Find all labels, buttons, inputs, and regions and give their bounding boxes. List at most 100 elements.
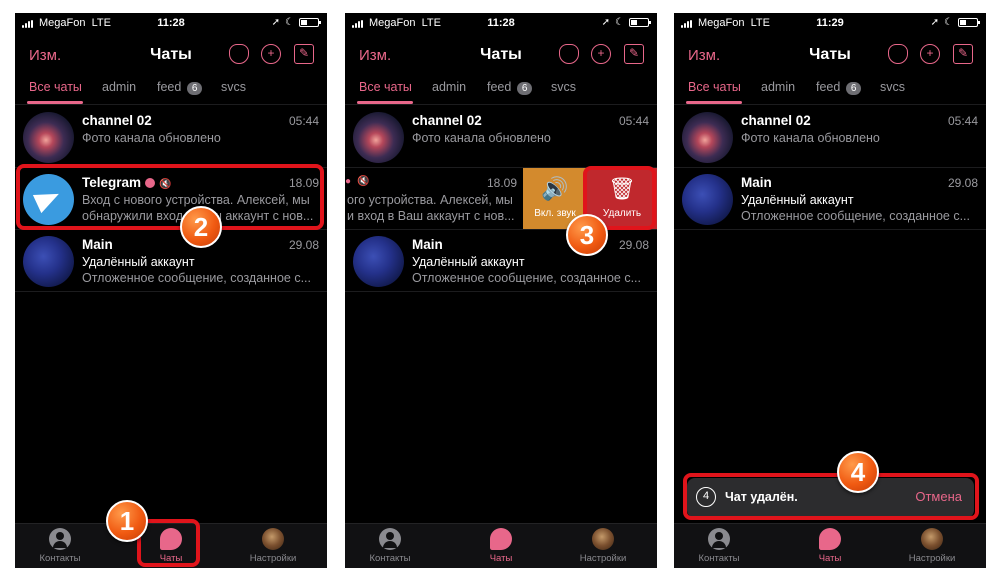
- folder-tabs: Все чаты admin feed 6 svcs: [345, 77, 657, 105]
- muted-icon: 🔇: [357, 176, 370, 187]
- chat-row-main[interactable]: Main 29.08 Удалённый аккаунт Отложенное …: [345, 230, 657, 292]
- folder-tabs: Все чаты admin feed 6 svcs: [674, 77, 986, 105]
- battery-icon: [629, 18, 651, 27]
- chat-row-channel[interactable]: channel 02 05:44 Фото канала обновлено: [15, 106, 327, 168]
- chat-preview: Фото канала обновлено: [412, 131, 551, 145]
- unread-badge: 6: [186, 82, 203, 95]
- chat-name: channel 02: [741, 113, 811, 128]
- chat-preview: Отложенное сообщение, созданное с...: [412, 271, 642, 285]
- chat-preview: Фото канала обновлено: [82, 131, 221, 145]
- chat-time: 05:44: [947, 114, 978, 128]
- battery-icon: [958, 18, 980, 27]
- tab-settings[interactable]: Настройки: [228, 528, 318, 564]
- tab-feed[interactable]: feed 6: [816, 80, 862, 95]
- status-icons: ➚ ☾: [602, 17, 651, 28]
- status-bar: MegaFon LTE 11:29 ➚ ☾: [674, 13, 986, 33]
- chat-row-channel[interactable]: channel 02 05:44 Фото канала обновлено: [345, 106, 657, 168]
- battery-icon: [299, 18, 321, 27]
- chats-icon: [490, 528, 512, 550]
- unread-badge: 6: [845, 82, 862, 95]
- folder-tabs: Все чаты admin feed 6 svcs: [15, 77, 327, 105]
- tutorial-canvas: MegaFon LTE 11:28 ➚ ☾ Изм. Чаты + ✎ Все ч…: [0, 0, 1000, 581]
- tab-contacts[interactable]: Контакты: [15, 528, 105, 564]
- tab-contacts[interactable]: Контакты: [345, 528, 435, 564]
- moon-icon: ☾: [944, 17, 953, 28]
- chat-sender: Удалённый аккаунт: [412, 255, 525, 269]
- active-tab-indicator: [27, 101, 83, 104]
- status-bar: MegaFon LTE 11:28 ➚ ☾: [345, 13, 657, 33]
- tab-svcs[interactable]: svcs: [880, 80, 905, 94]
- verified-icon: ●: [345, 176, 352, 187]
- bottom-tab-bar: Контакты Чаты Настройки: [674, 523, 986, 568]
- status-bar: MegaFon LTE 11:28 ➚ ☾: [15, 13, 327, 33]
- header: Изм. Чаты + ✎: [674, 33, 986, 77]
- proxy-shield-icon[interactable]: [888, 44, 908, 64]
- highlight-toast: [683, 473, 979, 520]
- tab-all-chats[interactable]: Все чаты: [29, 80, 82, 94]
- bottom-tab-bar: Контакты Чаты Настройки: [345, 523, 657, 568]
- chat-name: channel 02: [412, 113, 482, 128]
- chat-preview: Фото канала обновлено: [741, 131, 880, 145]
- chat-preview: Отложенное сообщение, созданное с...: [741, 209, 971, 223]
- chat-row-channel[interactable]: channel 02 05:44 Фото канала обновлено: [674, 106, 986, 168]
- chat-time: 29.08: [947, 176, 978, 190]
- main-avatar: [353, 236, 404, 287]
- settings-avatar-icon: [262, 528, 284, 550]
- settings-avatar-icon: [592, 528, 614, 550]
- tab-all-chats[interactable]: Все чаты: [688, 80, 741, 94]
- new-story-icon[interactable]: +: [261, 44, 281, 64]
- chats-icon: [819, 528, 841, 550]
- moon-icon: ☾: [285, 17, 294, 28]
- proxy-shield-icon[interactable]: [229, 44, 249, 64]
- person-icon: [49, 528, 71, 550]
- tab-settings[interactable]: Настройки: [887, 528, 977, 564]
- highlight-telegram-chat: [16, 164, 324, 230]
- chat-time: 05:44: [288, 114, 319, 128]
- new-story-icon[interactable]: +: [920, 44, 940, 64]
- tab-contacts[interactable]: Контакты: [674, 528, 764, 564]
- chat-time: 18.09: [486, 176, 517, 190]
- location-icon: ➚: [930, 17, 940, 28]
- active-tab-indicator: [686, 101, 742, 104]
- chat-time: 05:44: [618, 114, 649, 128]
- main-avatar: [682, 174, 733, 225]
- channel-avatar: [23, 112, 74, 163]
- tab-chats[interactable]: Чаты: [785, 528, 875, 564]
- compose-icon[interactable]: ✎: [294, 44, 314, 64]
- settings-avatar-icon: [921, 528, 943, 550]
- person-icon: [708, 528, 730, 550]
- main-avatar: [23, 236, 74, 287]
- step-marker-2: 2: [180, 206, 222, 248]
- proxy-shield-icon[interactable]: [559, 44, 579, 64]
- tab-feed[interactable]: feed 6: [157, 80, 203, 95]
- compose-icon[interactable]: ✎: [953, 44, 973, 64]
- channel-avatar: [353, 112, 404, 163]
- tab-feed[interactable]: feed 6: [487, 80, 533, 95]
- tab-settings[interactable]: Настройки: [558, 528, 648, 564]
- tab-svcs[interactable]: svcs: [551, 80, 576, 94]
- phone-screen-1: MegaFon LTE 11:28 ➚ ☾ Изм. Чаты + ✎ Все ч…: [15, 13, 327, 568]
- status-icons: ➚ ☾: [930, 17, 980, 28]
- tab-chats[interactable]: Чаты: [456, 528, 546, 564]
- compose-icon[interactable]: ✎: [624, 44, 644, 64]
- active-tab-indicator: [357, 101, 413, 104]
- chat-row-main[interactable]: Main 29.08 Удалённый аккаунт Отложенное …: [674, 168, 986, 230]
- chat-name: Main: [412, 237, 443, 252]
- tab-admin[interactable]: admin: [432, 80, 466, 94]
- chat-preview: Отложенное сообщение, созданное с...: [82, 271, 312, 285]
- tab-admin[interactable]: admin: [102, 80, 136, 94]
- tab-svcs[interactable]: svcs: [221, 80, 246, 94]
- status-icons: ➚ ☾: [271, 17, 321, 28]
- chat-sender: Удалённый аккаунт: [82, 255, 195, 269]
- chat-row-main[interactable]: Main 29.08 Удалённый аккаунт Отложенное …: [15, 230, 327, 292]
- chat-sender: Удалённый аккаунт: [741, 193, 854, 207]
- person-icon: [379, 528, 401, 550]
- tab-admin[interactable]: admin: [761, 80, 795, 94]
- tab-all-chats[interactable]: Все чаты: [359, 80, 412, 94]
- new-story-icon[interactable]: +: [591, 44, 611, 64]
- step-marker-4: 4: [837, 451, 879, 493]
- step-marker-1: 1: [106, 500, 148, 542]
- location-icon: ➚: [271, 17, 281, 28]
- header: Изм. Чаты + ✎: [345, 33, 657, 77]
- unread-badge: 6: [516, 82, 533, 95]
